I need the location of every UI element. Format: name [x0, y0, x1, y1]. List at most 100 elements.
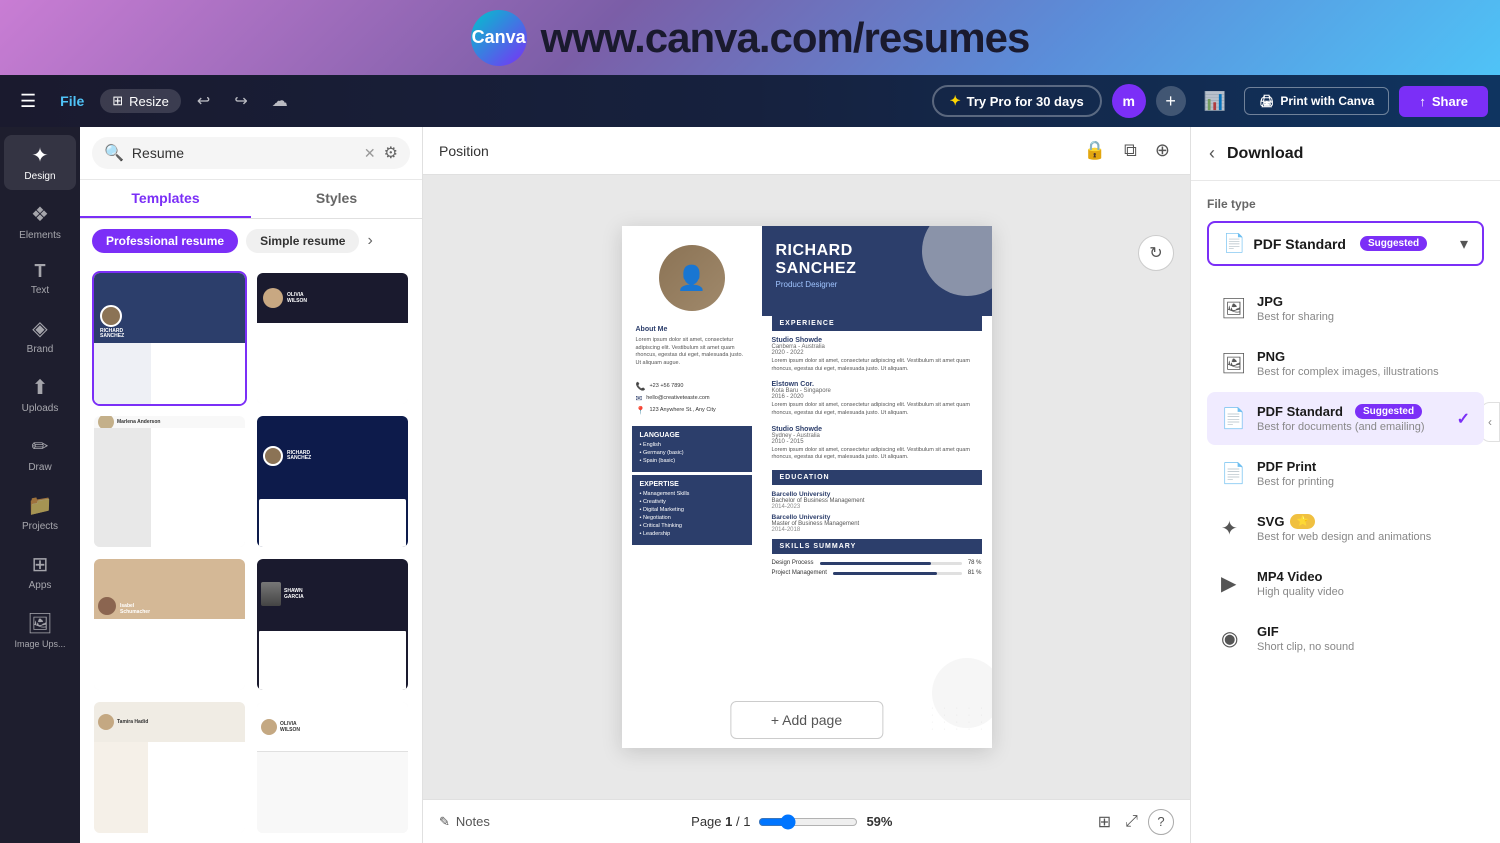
toolbar-right: ✦ Try Pro for 30 days m + 📊 🖨 Print with…: [932, 84, 1488, 118]
sidebar-item-text[interactable]: T Text: [4, 253, 76, 304]
language-item: • Germany (basic): [640, 450, 744, 456]
print-with-canva-button[interactable]: 🖨 Print with Canva: [1244, 87, 1389, 115]
user-avatar-button[interactable]: m: [1112, 84, 1146, 118]
template-card[interactable]: IsabelSchumacher: [92, 557, 247, 692]
bottom-bar: ✎ Notes Page 1 / 1 59% ⊞ ⤢ ?: [423, 799, 1190, 843]
file-option-gif[interactable]: ◉ GIF Short clip, no sound: [1207, 612, 1484, 665]
zoom-slider[interactable]: [758, 814, 858, 830]
copy-button[interactable]: ⧉: [1120, 136, 1141, 165]
brand-icon: ◈: [32, 316, 47, 341]
back-button[interactable]: ‹: [1207, 141, 1217, 166]
sidebar-item-brand-label: Brand: [27, 344, 54, 355]
skill-bar: [833, 572, 962, 575]
add-page-button[interactable]: + Add page: [730, 701, 883, 739]
template-card[interactable]: OLIVIAWILSON: [255, 700, 410, 835]
text-icon: T: [35, 261, 46, 282]
search-box[interactable]: 🔍 ✕ ⚙: [92, 137, 410, 169]
sidebar-item-uploads[interactable]: ⬆ Uploads: [4, 367, 76, 422]
university-name: Barcello University: [772, 514, 982, 521]
checkmark-icon: ✓: [1457, 409, 1470, 429]
category-more-button[interactable]: ›: [367, 232, 372, 250]
tab-styles[interactable]: Styles: [251, 180, 422, 218]
pro-badge: ⭐: [1290, 514, 1314, 529]
template-card[interactable]: RICHARDSANCHEZ: [255, 414, 410, 549]
file-option-svg[interactable]: ✦ SVG ⭐ Best for web design and animatio…: [1207, 502, 1484, 555]
svg-desc: Best for web design and animations: [1257, 531, 1470, 543]
template-card[interactable]: Marlena Anderson: [92, 414, 247, 549]
experience-item: Studio Showde Canberra - Australia 2020 …: [772, 337, 982, 373]
tab-templates[interactable]: Templates: [80, 180, 251, 218]
sidebar-item-design[interactable]: ✦ Design: [4, 135, 76, 190]
file-type-dropdown[interactable]: 📄 PDF Standard Suggested ▾: [1207, 221, 1484, 266]
file-option-jpg[interactable]: 🖼 JPG Best for sharing: [1207, 282, 1484, 335]
language-section: LANGUAGE • English • Germany (basic) • S…: [632, 426, 752, 472]
about-label: About Me: [636, 326, 748, 333]
undo-button[interactable]: ↩: [189, 87, 218, 115]
search-input[interactable]: [132, 145, 356, 161]
notes-button[interactable]: ✎ Notes: [439, 814, 490, 830]
refresh-button[interactable]: ↻: [1138, 235, 1174, 271]
search-icon: 🔍: [104, 143, 124, 163]
gif-name: GIF: [1257, 624, 1470, 639]
pdf-standard-name: PDF Standard Suggested: [1257, 404, 1445, 419]
add-collaborator-button[interactable]: +: [1156, 86, 1186, 116]
experience-header: EXPERIENCE: [772, 316, 982, 331]
edu-years: 2014-2018: [772, 527, 982, 533]
top-banner: Canva www.canva.com/resumes: [0, 0, 1500, 75]
resize-button[interactable]: ⊞ Resize: [100, 89, 181, 113]
company-name: Studio Showde: [772, 337, 982, 344]
sidebar-item-image-upscaler[interactable]: 🖼 Image Ups...: [4, 603, 76, 657]
fullscreen-button[interactable]: ⤢: [1121, 811, 1142, 833]
share-button[interactable]: ↑ Share: [1399, 86, 1488, 117]
page-total: 1: [743, 814, 750, 829]
skill-name: Design Process: [772, 560, 814, 566]
template-card[interactable]: SHAWNGARCIA: [255, 557, 410, 692]
add-to-page-button[interactable]: ⊕: [1151, 136, 1174, 165]
template-card[interactable]: Tamira Hadid: [92, 700, 247, 835]
experience-years: 2016 - 2020: [772, 394, 982, 400]
suggested-badge: Suggested: [1360, 236, 1427, 251]
sidebar-item-apps[interactable]: ⊞ Apps: [4, 544, 76, 599]
print-label: Print with Canva: [1280, 94, 1374, 108]
apps-icon: ⊞: [32, 552, 49, 577]
help-button[interactable]: ?: [1148, 809, 1174, 835]
file-button[interactable]: File: [52, 89, 92, 113]
search-filter-button[interactable]: ⚙: [384, 143, 398, 163]
file-option-pdf-standard[interactable]: 📄 PDF Standard Suggested Best for docume…: [1207, 392, 1484, 445]
file-type-selected-name: PDF Standard: [1253, 236, 1346, 252]
try-pro-button[interactable]: ✦ Try Pro for 30 days: [932, 85, 1102, 117]
grid-view-button[interactable]: ⊞: [1094, 810, 1115, 834]
file-option-png[interactable]: 🖼 PNG Best for complex images, illustrat…: [1207, 337, 1484, 390]
file-option-mp4[interactable]: ▶ MP4 Video High quality video: [1207, 557, 1484, 610]
education-label: EDUCATION: [780, 474, 974, 481]
template-card[interactable]: RICHARDSANCHEZ: [92, 271, 247, 406]
address-icon: 📍: [636, 406, 646, 415]
cloud-save-button[interactable]: ☁: [264, 87, 296, 115]
analytics-button[interactable]: 📊: [1196, 87, 1234, 116]
template-card[interactable]: OLIVIAWILSON: [255, 271, 410, 406]
sidebar-item-elements[interactable]: ❖ Elements: [4, 194, 76, 249]
png-desc: Best for complex images, illustrations: [1257, 366, 1470, 378]
page-current: 1: [725, 814, 732, 829]
redo-button[interactable]: ↪: [226, 87, 255, 115]
phone-text: +23 +56 7890: [649, 383, 683, 389]
lock-button[interactable]: 🔒: [1080, 136, 1110, 165]
image-upscaler-icon: 🖼: [27, 611, 52, 636]
file-options-list: 🖼 JPG Best for sharing 🖼 PNG Best for co…: [1207, 282, 1484, 665]
about-text: Lorem ipsum dolor sit amet, consectetur …: [636, 337, 748, 368]
category-simple-resume[interactable]: Simple resume: [246, 229, 359, 253]
sidebar-item-projects[interactable]: 📁 Projects: [4, 485, 76, 540]
photo-placeholder: 👤: [659, 245, 725, 311]
menu-button[interactable]: ☰: [12, 87, 44, 116]
resume-photo: 👤: [656, 242, 728, 314]
email-icon: ✉: [636, 394, 643, 403]
design-icon: ✦: [32, 143, 49, 168]
email-text: hello@creativeteaste.com: [646, 395, 709, 401]
draw-icon: ✏: [32, 434, 49, 459]
search-clear-button[interactable]: ✕: [364, 145, 376, 162]
sidebar-item-design-label: Design: [24, 171, 55, 182]
category-professional-resume[interactable]: Professional resume: [92, 229, 238, 253]
sidebar-item-draw[interactable]: ✏ Draw: [4, 426, 76, 481]
file-option-pdf-print[interactable]: 📄 PDF Print Best for printing: [1207, 447, 1484, 500]
sidebar-item-brand[interactable]: ◈ Brand: [4, 308, 76, 363]
